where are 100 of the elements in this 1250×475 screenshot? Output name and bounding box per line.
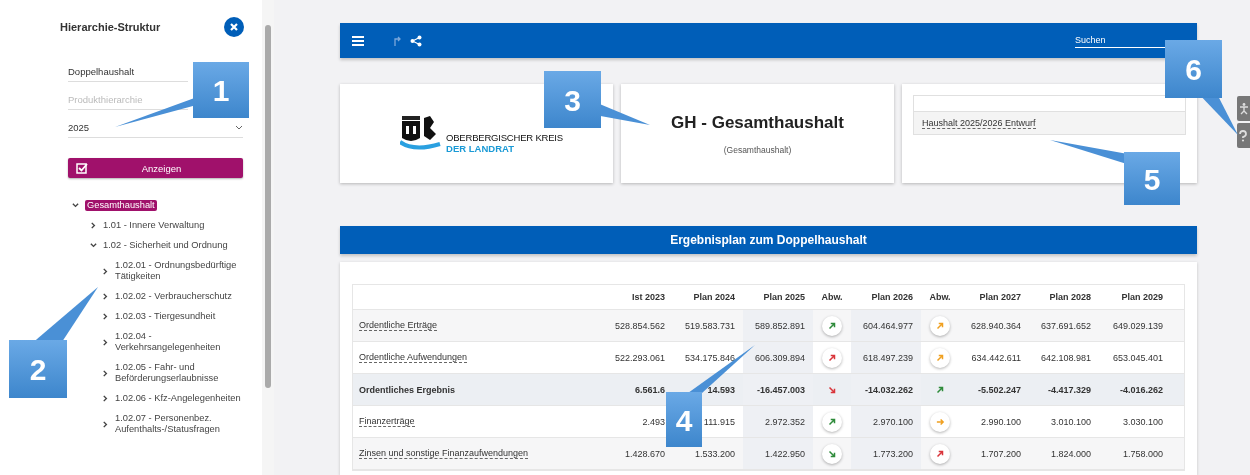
- panel-title: Hierarchie-Struktur: [60, 21, 161, 33]
- column-header: Abw.: [929, 292, 951, 302]
- row-label: Ordentliches Ergebnis: [359, 384, 456, 395]
- table-cell: 1.428.670: [624, 448, 665, 459]
- table-cell: 3.030.100: [1122, 416, 1163, 427]
- table-cell: 649.029.139: [1112, 320, 1163, 331]
- person-icon: [1239, 102, 1249, 115]
- callout-number: 1: [212, 74, 230, 107]
- chevron-right-icon[interactable]: [102, 313, 109, 320]
- trend-button[interactable]: [930, 443, 950, 464]
- row-link[interactable]: Zinsen und sonstige Finanzaufwendungen: [359, 448, 529, 459]
- table-cell: 522.293.061: [614, 352, 665, 363]
- table-cell: 637.691.652: [1040, 320, 1091, 331]
- tree-item[interactable]: 1.02 - Sicherheit und Ordnung: [103, 240, 228, 251]
- input-field[interactable]: Produkthierarchie: [68, 90, 188, 110]
- table-cell: -14.032.262: [864, 384, 913, 395]
- row-link[interactable]: Finanzerträge: [359, 416, 415, 427]
- section-title: Ergebnisplan zum Doppelhaushalt: [340, 226, 1197, 254]
- tree-item[interactable]: 1.01 - Innere Verwaltung: [103, 220, 205, 231]
- trend-button[interactable]: [822, 411, 842, 432]
- chevron-right-icon[interactable]: [102, 395, 109, 402]
- table-cell: 618.497.239: [862, 352, 913, 363]
- logo-subtext: DER LANDRAT: [446, 142, 515, 154]
- table-cell: 642.108.981: [1040, 352, 1091, 363]
- page-title: GH - Gesamthaushalt: [671, 112, 844, 133]
- table-cell: 604.464.977: [862, 320, 913, 331]
- chevron-right-icon[interactable]: [102, 293, 109, 300]
- logo-text: OBERBERGISCHER KREIS: [446, 131, 563, 143]
- table-cell: -4.016.262: [1119, 384, 1163, 395]
- column-header: Plan 2024: [693, 292, 735, 302]
- chevron-down-icon: [235, 125, 243, 130]
- chevron-right-icon[interactable]: [102, 338, 109, 346]
- callout-number: 5: [1143, 162, 1161, 196]
- accessibility-button[interactable]: [1237, 96, 1250, 121]
- table-cell: 1.758.000: [1122, 448, 1163, 459]
- question-icon: [1239, 129, 1247, 142]
- trend-button[interactable]: [822, 315, 842, 336]
- column-header: Plan 2029: [1121, 292, 1163, 302]
- row-link[interactable]: Ordentliche Erträge: [359, 320, 438, 331]
- tree-item[interactable]: 1.02.07 - Personenbez. Aufenthalts-/Statusfragen: [115, 413, 244, 435]
- table-cell: 2.972.352: [764, 416, 805, 427]
- callout-number: 3: [564, 83, 581, 117]
- input-field[interactable]: Doppelhaushalt: [68, 62, 188, 82]
- version-link[interactable]: Haushalt 2025/2026 Entwurf: [922, 118, 1036, 129]
- menu-icon[interactable]: [352, 35, 364, 46]
- table-cell: 653.045.401: [1112, 352, 1163, 363]
- column-header: Plan 2026: [871, 292, 913, 302]
- table-cell: -16.457.003: [756, 384, 805, 395]
- table-cell: 3.010.100: [1050, 416, 1091, 427]
- close-icon: [229, 22, 239, 32]
- trend-button[interactable]: [822, 347, 842, 368]
- callout-number: 6: [1185, 53, 1202, 86]
- table-cell: 519.583.731: [684, 320, 735, 331]
- column-header: Abw.: [821, 292, 843, 302]
- tree-item[interactable]: 1.02.06 - Kfz-Angelegenheiten: [115, 393, 241, 404]
- checkbox-icon: [76, 162, 88, 174]
- table-cell: 528.854.562: [614, 320, 665, 331]
- table-cell: -4.417.329: [1047, 384, 1091, 395]
- chevron-right-icon[interactable]: [102, 369, 109, 377]
- table-cell: 606.309.894: [754, 352, 805, 363]
- column-header: Ist 2023: [631, 292, 665, 302]
- row-link[interactable]: Ordentliche Aufwendungen: [359, 352, 468, 363]
- help-button[interactable]: [1237, 123, 1250, 148]
- tree-item[interactable]: 1.02.03 - Tiergesundheit: [115, 311, 216, 322]
- trend-button[interactable]: [822, 443, 842, 464]
- table-cell: 1.773.200: [872, 448, 913, 459]
- column-header: Plan 2028: [1049, 292, 1091, 302]
- tree-item[interactable]: 1.02.01 - Ordnungsbedürftige Tätigkeiten: [115, 260, 244, 282]
- tree-item[interactable]: 1.02.02 - Verbraucherschutz: [115, 291, 232, 302]
- table-cell: 1.422.950: [764, 448, 805, 459]
- table-cell: 589.852.891: [754, 320, 805, 331]
- table-cell: 634.442.611: [971, 352, 1021, 363]
- table-cell: 1.533.200: [694, 448, 735, 459]
- table-cell: 534.175.846: [684, 352, 735, 363]
- page-subtitle: (Gesamthaushalt): [723, 144, 792, 155]
- tree-item[interactable]: 1.02.04 - Verkehrsangelegenheiten: [115, 331, 244, 353]
- table-cell: 6.561.6: [634, 384, 665, 395]
- chevron-down-icon[interactable]: [72, 202, 79, 209]
- share-icon[interactable]: [410, 34, 422, 47]
- tree-item[interactable]: 1.02.05 - Fahr- und Beförderungserlaubnisse: [115, 362, 244, 384]
- table-cell: -5.502.247: [977, 384, 1021, 395]
- chevron-right-icon[interactable]: [102, 420, 109, 428]
- table-cell: 628.940.364: [970, 320, 1021, 331]
- callout-number: 2: [29, 353, 47, 386]
- table-cell: 1.707.200: [980, 448, 1021, 459]
- arrow-up-icon[interactable]: [394, 35, 402, 46]
- chevron-right-icon[interactable]: [102, 267, 109, 275]
- close-button[interactable]: [224, 17, 244, 37]
- tree-item[interactable]: Gesamthaushalt: [85, 200, 157, 211]
- table-cell: 111.915: [703, 416, 735, 427]
- column-header: Plan 2025: [763, 292, 805, 302]
- table-cell: 2.970.100: [872, 416, 913, 427]
- chevron-down-icon[interactable]: [90, 242, 97, 249]
- callout-number: 4: [675, 403, 693, 437]
- chevron-right-icon[interactable]: [90, 222, 97, 229]
- table-cell: 14.593: [707, 384, 735, 395]
- table-cell: 2.990.100: [980, 416, 1021, 427]
- show-button[interactable]: Anzeigen: [68, 158, 243, 178]
- table-cell: 2.493: [642, 416, 665, 427]
- search-field[interactable]: Suchen: [1075, 33, 1165, 48]
